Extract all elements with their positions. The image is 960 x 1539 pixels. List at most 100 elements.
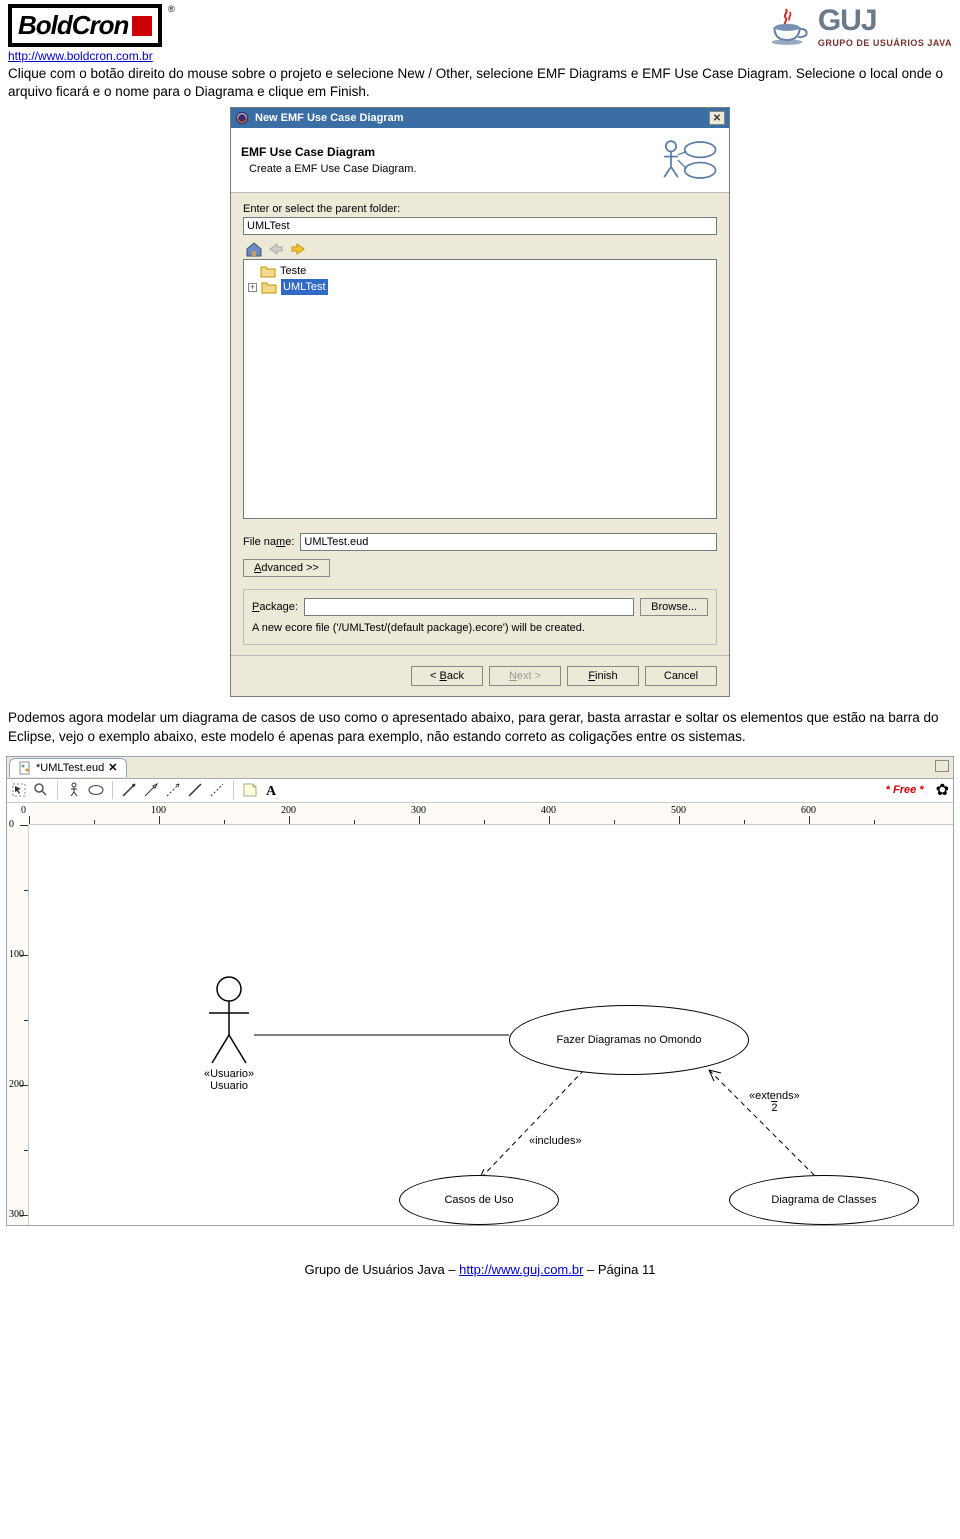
actor-tool-icon[interactable] bbox=[66, 782, 82, 798]
actor-usuario[interactable]: «Usuario» Usuario bbox=[204, 975, 254, 1092]
filename-row: File name: bbox=[243, 533, 717, 551]
horizontal-ruler: 0 100 200 300 400 500 600 bbox=[29, 803, 953, 825]
usecase-diagrama-classes[interactable]: Diagrama de Classes bbox=[729, 1175, 919, 1225]
file-icon bbox=[18, 761, 32, 775]
folder-tree[interactable]: Teste + UMLTest bbox=[243, 259, 717, 519]
package-label: Package: bbox=[252, 601, 298, 613]
usecase-label: Fazer Diagramas no Omondo bbox=[557, 1034, 702, 1046]
svg-text:A: A bbox=[266, 784, 277, 798]
footer-post: – Página 11 bbox=[583, 1262, 655, 1277]
include-tool-icon[interactable] bbox=[165, 782, 181, 798]
registered-mark: ® bbox=[168, 4, 175, 14]
dialog-container: New EMF Use Case Diagram ✕ EMF Use Case … bbox=[0, 105, 960, 707]
filename-label: File name: bbox=[243, 536, 294, 548]
note-tool-icon[interactable] bbox=[242, 782, 258, 798]
flower-icon[interactable]: ✿ bbox=[936, 780, 949, 800]
wizard-banner-text: EMF Use Case Diagram Create a EMF Use Ca… bbox=[241, 145, 417, 175]
extends-label: «extends» 2 bbox=[749, 1090, 800, 1114]
dashed-line-tool-icon[interactable] bbox=[209, 782, 225, 798]
actor-stereotype: «Usuario» bbox=[204, 1068, 254, 1080]
package-note: A new ecore file ('/UMLTest/(default pac… bbox=[252, 622, 708, 634]
parent-folder-input[interactable] bbox=[243, 217, 717, 235]
folder-icon bbox=[261, 280, 277, 294]
package-input[interactable] bbox=[304, 598, 634, 616]
tree-item-umltest[interactable]: + UMLTest bbox=[248, 279, 712, 295]
generalization-tool-icon[interactable] bbox=[143, 782, 159, 798]
zoom-tool-icon[interactable] bbox=[33, 782, 49, 798]
advanced-button[interactable]: AAdvanced >>dvanced >> bbox=[243, 559, 330, 577]
page-header: BoldCron ® http://www.boldcron.com.br GU… bbox=[0, 0, 960, 63]
actor-figure-icon bbox=[204, 975, 254, 1065]
wizard-subtitle: Create a EMF Use Case Diagram. bbox=[241, 163, 417, 175]
new-emf-dialog: New EMF Use Case Diagram ✕ EMF Use Case … bbox=[230, 107, 730, 697]
boldcron-red-square-icon bbox=[132, 16, 152, 36]
usecase-label: Diagrama de Classes bbox=[771, 1194, 876, 1206]
wizard-title: EMF Use Case Diagram bbox=[241, 145, 417, 159]
parent-folder-label: Enter or select the parent folder: bbox=[243, 203, 717, 215]
dialog-titlebar[interactable]: New EMF Use Case Diagram ✕ bbox=[231, 108, 729, 128]
back-arrow-icon[interactable] bbox=[267, 241, 285, 257]
connections-layer bbox=[29, 825, 953, 1225]
forward-arrow-icon[interactable] bbox=[289, 241, 307, 257]
association-tool-icon[interactable] bbox=[121, 782, 137, 798]
paragraph-1: Clique com o botão direito do mouse sobr… bbox=[0, 63, 960, 105]
boldcron-text: BoldCron bbox=[18, 10, 128, 41]
page-footer: Grupo de Usuários Java – http://www.guj.… bbox=[0, 1232, 960, 1287]
tree-item-label: Teste bbox=[280, 263, 306, 279]
next-button: Next > bbox=[489, 666, 561, 686]
usecase-label: Casos de Uso bbox=[444, 1194, 513, 1206]
finish-button[interactable]: Finish bbox=[567, 666, 639, 686]
editor-tabbar: *UMLTest.eud ✕ bbox=[7, 757, 953, 779]
guj-text: GUJ GRUPO DE USUÁRIOS JAVA bbox=[818, 4, 952, 48]
usecase-tool-icon[interactable] bbox=[88, 782, 104, 798]
select-tool-icon[interactable] bbox=[11, 782, 27, 798]
boldcron-url-link[interactable]: http://www.boldcron.com.br bbox=[8, 49, 175, 63]
diagram-canvas[interactable]: «Usuario» Usuario Fazer Diagramas no Omo… bbox=[29, 825, 953, 1225]
canvas-area: 0 100 200 300 bbox=[7, 825, 953, 1225]
toolbar-separator bbox=[233, 781, 234, 799]
dialog-button-bar: < Back Next > Finish Cancel bbox=[231, 655, 729, 696]
usecase-fazer-diagramas[interactable]: Fazer Diagramas no Omondo bbox=[509, 1005, 749, 1075]
tabbar-right bbox=[935, 760, 953, 775]
tab-close-icon[interactable]: ✕ bbox=[108, 761, 117, 774]
package-group: Package: Browse... A new ecore file ('/U… bbox=[243, 589, 717, 645]
boldcron-logo: BoldCron ® bbox=[8, 4, 175, 47]
boldcron-wordmark: BoldCron bbox=[8, 4, 162, 47]
vertical-ruler: 0 100 200 300 bbox=[7, 825, 29, 1225]
home-icon[interactable] bbox=[245, 241, 263, 257]
cancel-button[interactable]: Cancel bbox=[645, 666, 717, 686]
guj-logo-block: GUJ GRUPO DE USUÁRIOS JAVA bbox=[766, 4, 952, 48]
toolbar-separator bbox=[112, 781, 113, 799]
paragraph-2: Podemos agora modelar um diagrama de cas… bbox=[0, 707, 960, 749]
editor-tab[interactable]: *UMLTest.eud ✕ bbox=[9, 758, 127, 777]
tree-item-teste[interactable]: Teste bbox=[260, 263, 712, 279]
expand-icon[interactable]: + bbox=[248, 283, 257, 292]
eclipse-editor: *UMLTest.eud ✕ A * Free * ✿ bbox=[6, 756, 954, 1226]
text-tool-icon[interactable]: A bbox=[264, 782, 280, 798]
actor-name: Usuario bbox=[204, 1080, 254, 1092]
maximize-icon[interactable] bbox=[935, 760, 949, 772]
footer-pre: Grupo de Usuários Java – bbox=[305, 1262, 460, 1277]
boldcron-logo-block: BoldCron ® http://www.boldcron.com.br bbox=[8, 4, 175, 63]
includes-label: «includes» bbox=[529, 1135, 582, 1147]
dialog-body: Enter or select the parent folder: Teste… bbox=[231, 193, 729, 655]
editor-toolbar: A * Free * ✿ bbox=[7, 779, 953, 803]
java-cup-icon bbox=[766, 5, 808, 47]
tree-nav-icons bbox=[243, 241, 717, 257]
dialog-title: New EMF Use Case Diagram bbox=[253, 112, 709, 124]
filename-input[interactable] bbox=[300, 533, 717, 551]
close-icon[interactable]: ✕ bbox=[709, 111, 725, 125]
back-button[interactable]: < Back bbox=[411, 666, 483, 686]
eclipse-icon bbox=[235, 111, 249, 125]
package-row: Package: Browse... bbox=[252, 598, 708, 616]
guj-subtitle: GRUPO DE USUÁRIOS JAVA bbox=[818, 38, 952, 48]
toolbar-separator bbox=[57, 781, 58, 799]
footer-link[interactable]: http://www.guj.com.br bbox=[459, 1262, 583, 1277]
wizard-banner: EMF Use Case Diagram Create a EMF Use Ca… bbox=[231, 128, 729, 193]
usecase-banner-icon bbox=[659, 136, 719, 184]
free-label: * Free * bbox=[886, 784, 924, 796]
line-tool-icon[interactable] bbox=[187, 782, 203, 798]
editor-container: *UMLTest.eud ✕ A * Free * ✿ bbox=[0, 750, 960, 1232]
usecase-casos-de-uso[interactable]: Casos de Uso bbox=[399, 1175, 559, 1225]
browse-button[interactable]: Browse... bbox=[640, 598, 708, 616]
